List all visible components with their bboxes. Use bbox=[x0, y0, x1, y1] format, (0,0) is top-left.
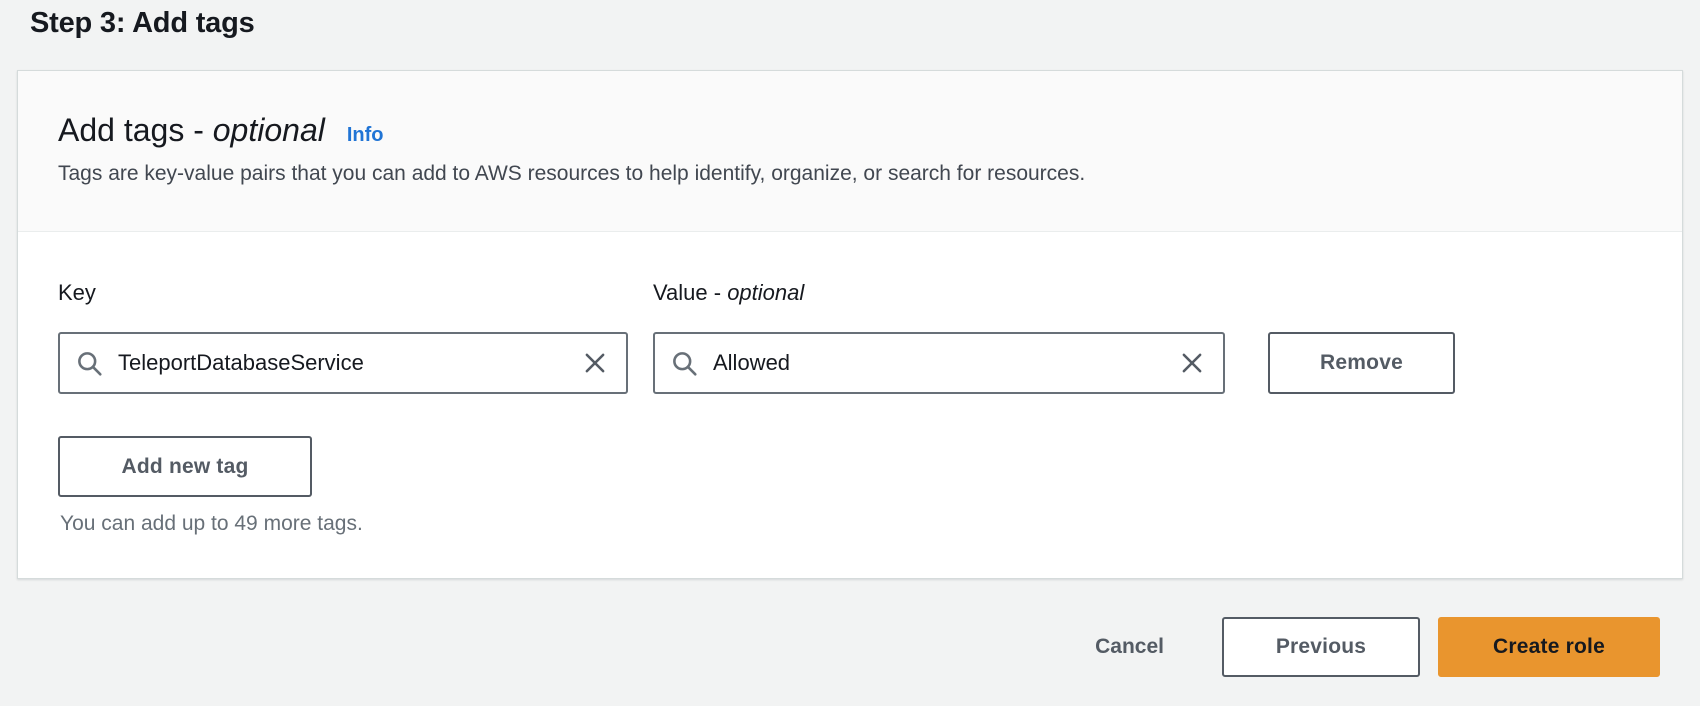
panel-header: Add tags - optional Info Tags are key-va… bbox=[18, 71, 1682, 232]
previous-button[interactable]: Previous bbox=[1222, 617, 1420, 677]
key-label: Key bbox=[58, 276, 628, 310]
create-role-button[interactable]: Create role bbox=[1438, 617, 1660, 677]
panel-heading-row: Add tags - optional Info bbox=[58, 111, 1642, 149]
value-label-text: Value - bbox=[653, 280, 727, 305]
footer-actions: Cancel Previous Create role bbox=[0, 617, 1660, 677]
clear-value-button[interactable] bbox=[1177, 348, 1207, 378]
value-input-box bbox=[653, 332, 1225, 394]
value-label-optional: optional bbox=[727, 280, 804, 305]
panel-description: Tags are key-value pairs that you can ad… bbox=[58, 159, 1642, 189]
panel-body: Key Value - optional bbox=[18, 232, 1682, 578]
close-icon bbox=[1179, 350, 1205, 376]
key-input-box bbox=[58, 332, 628, 394]
value-input[interactable] bbox=[713, 350, 1177, 376]
add-new-tag-button[interactable]: Add new tag bbox=[58, 436, 312, 497]
panel-title-text: Add tags - bbox=[58, 112, 213, 148]
tags-remaining-note: You can add up to 49 more tags. bbox=[60, 509, 1642, 539]
cancel-button[interactable]: Cancel bbox=[1095, 635, 1164, 659]
key-label-text: Key bbox=[58, 280, 96, 305]
search-icon bbox=[671, 350, 698, 377]
tag-row: Remove bbox=[58, 332, 1642, 394]
clear-key-button[interactable] bbox=[580, 348, 610, 378]
tag-labels-row: Key Value - optional bbox=[58, 276, 1642, 310]
panel-title-optional: optional bbox=[213, 112, 325, 148]
key-input[interactable] bbox=[118, 350, 580, 376]
remove-button[interactable]: Remove bbox=[1268, 332, 1455, 394]
add-tags-panel: Add tags - optional Info Tags are key-va… bbox=[17, 70, 1683, 579]
value-label: Value - optional bbox=[653, 276, 1225, 310]
search-icon bbox=[76, 350, 103, 377]
page-title: Step 3: Add tags bbox=[30, 4, 1700, 42]
panel-title: Add tags - optional bbox=[58, 111, 325, 149]
close-icon bbox=[582, 350, 608, 376]
info-link[interactable]: Info bbox=[347, 124, 384, 147]
